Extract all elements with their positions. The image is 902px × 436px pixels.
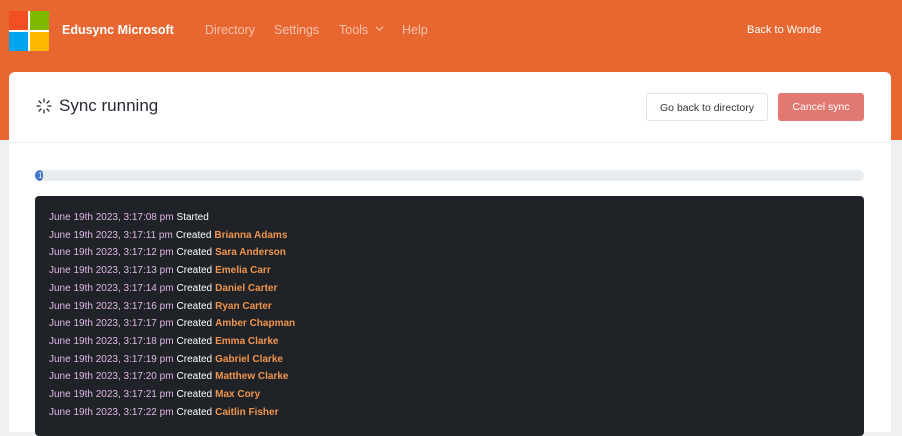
nav-tools[interactable]: Tools bbox=[339, 23, 384, 37]
log-entry: June 19th 2023, 3:17:14 pm Created Daniel … bbox=[49, 282, 277, 296]
log-user-name: Ryan Carter bbox=[215, 300, 272, 312]
log-timestamp: June 19th 2023, 3:17:14 pm bbox=[49, 282, 174, 294]
nav-directory[interactable]: Directory bbox=[205, 23, 255, 37]
logo-square-yellow bbox=[30, 32, 49, 51]
log-action: Created bbox=[176, 300, 213, 312]
logo-square-blue bbox=[9, 32, 28, 51]
nav-tools-label: Tools bbox=[339, 23, 369, 37]
microsoft-logo-icon bbox=[9, 11, 49, 51]
log-timestamp: June 19th 2023, 3:17:13 pm bbox=[49, 265, 174, 277]
log-action: Created bbox=[176, 335, 213, 347]
log-action: Created bbox=[176, 318, 213, 330]
log-action: Created bbox=[176, 247, 213, 259]
log-user-name: Sara Anderson bbox=[215, 247, 286, 259]
log-action: Created bbox=[176, 406, 213, 418]
log-action: Created bbox=[176, 265, 213, 277]
log-timestamp: June 19th 2023, 3:17:16 pm bbox=[49, 300, 174, 312]
log-entry: June 19th 2023, 3:17:12 pm Created Sara An… bbox=[49, 246, 286, 260]
sync-progress-bar bbox=[35, 170, 864, 181]
log-entry: June 19th 2023, 3:17:18 pm Created Emma Cl… bbox=[49, 335, 279, 349]
sync-card-header: Sync running Go back to directory Cancel… bbox=[9, 72, 891, 143]
log-user-name: Emelia Carr bbox=[215, 265, 271, 277]
log-user-name: Matthew Clarke bbox=[215, 371, 289, 383]
nav-settings[interactable]: Settings bbox=[274, 23, 319, 37]
log-user-name: Daniel Carter bbox=[215, 282, 278, 294]
log-timestamp: June 19th 2023, 3:17:11 pm bbox=[49, 229, 173, 241]
brand-name: Edusync Microsoft bbox=[62, 23, 174, 37]
log-user-name: Amber Chapman bbox=[215, 318, 296, 330]
log-action: Created bbox=[176, 389, 213, 400]
logo-square-red bbox=[9, 11, 28, 30]
log-entry: June 19th 2023, 3:17:22 pm Created Caitlin… bbox=[49, 406, 278, 420]
nav-settings-label: Settings bbox=[274, 23, 320, 37]
log-timestamp: June 19th 2023, 3:17:21 pm bbox=[49, 389, 174, 400]
log-timestamp: June 19th 2023, 3:17:12 pm bbox=[49, 247, 174, 259]
log-timestamp: June 19th 2023, 3:17:20 pm bbox=[49, 371, 174, 383]
chevron-down-icon bbox=[375, 26, 384, 32]
log-entry: June 19th 2023, 3:17:16 pm Created Ryan Ca… bbox=[49, 300, 272, 314]
log-action: Created bbox=[176, 371, 213, 383]
log-action: Created bbox=[176, 353, 213, 365]
sync-progress-label: 1 bbox=[38, 171, 43, 180]
log-entry: June 19th 2023, 3:17:20 pm Created Matthew… bbox=[49, 370, 288, 384]
log-action: Started bbox=[176, 212, 209, 223]
cancel-sync-button[interactable]: Cancel sync bbox=[778, 93, 864, 121]
log-entry: June 19th 2023, 3:17:11 pm Created Brianna… bbox=[49, 229, 287, 243]
log-entry: June 19th 2023, 3:17:19 pm Created Gabriel… bbox=[49, 353, 283, 367]
sync-log-console: June 19th 2023, 3:17:08 pm Started June 19… bbox=[35, 196, 864, 436]
nav-directory-label: Directory bbox=[205, 23, 256, 37]
log-user-name: Emma Clarke bbox=[215, 335, 279, 347]
nav-help-label: Help bbox=[402, 23, 428, 37]
page-title: Sync running bbox=[59, 96, 159, 115]
log-timestamp: June 19th 2023, 3:17:17 pm bbox=[49, 318, 174, 330]
log-user-name: Gabriel Clarke bbox=[215, 353, 283, 365]
log-action: Created bbox=[176, 282, 213, 294]
log-timestamp: June 19th 2023, 3:17:08 pm bbox=[49, 212, 174, 223]
log-timestamp: June 19th 2023, 3:17:19 pm bbox=[49, 353, 174, 365]
log-user-name: Caitlin Fisher bbox=[215, 406, 279, 418]
log-entry: June 19th 2023, 3:17:08 pm Started bbox=[49, 211, 209, 225]
back-to-wonde-link[interactable]: Back to Wonde bbox=[747, 24, 821, 36]
go-back-to-directory-button[interactable]: Go back to directory bbox=[646, 93, 768, 121]
sync-card: Sync running Go back to directory Cancel… bbox=[9, 72, 891, 436]
log-entry: June 19th 2023, 3:17:21 pm Created Max Cor… bbox=[49, 388, 260, 402]
log-timestamp: June 19th 2023, 3:17:18 pm bbox=[49, 335, 174, 347]
loading-spinner-icon bbox=[36, 98, 52, 114]
log-entry: June 19th 2023, 3:17:17 pm Created Amber C… bbox=[49, 317, 295, 331]
log-timestamp: June 19th 2023, 3:17:22 pm bbox=[49, 406, 174, 418]
log-action: Created bbox=[175, 229, 212, 241]
nav-help[interactable]: Help bbox=[402, 23, 428, 37]
log-user-name: Max Cory bbox=[215, 389, 261, 400]
log-entry: June 19th 2023, 3:17:13 pm Created Emelia … bbox=[49, 264, 271, 278]
logo-square-green bbox=[30, 11, 49, 30]
log-user-name: Brianna Adams bbox=[214, 229, 288, 241]
